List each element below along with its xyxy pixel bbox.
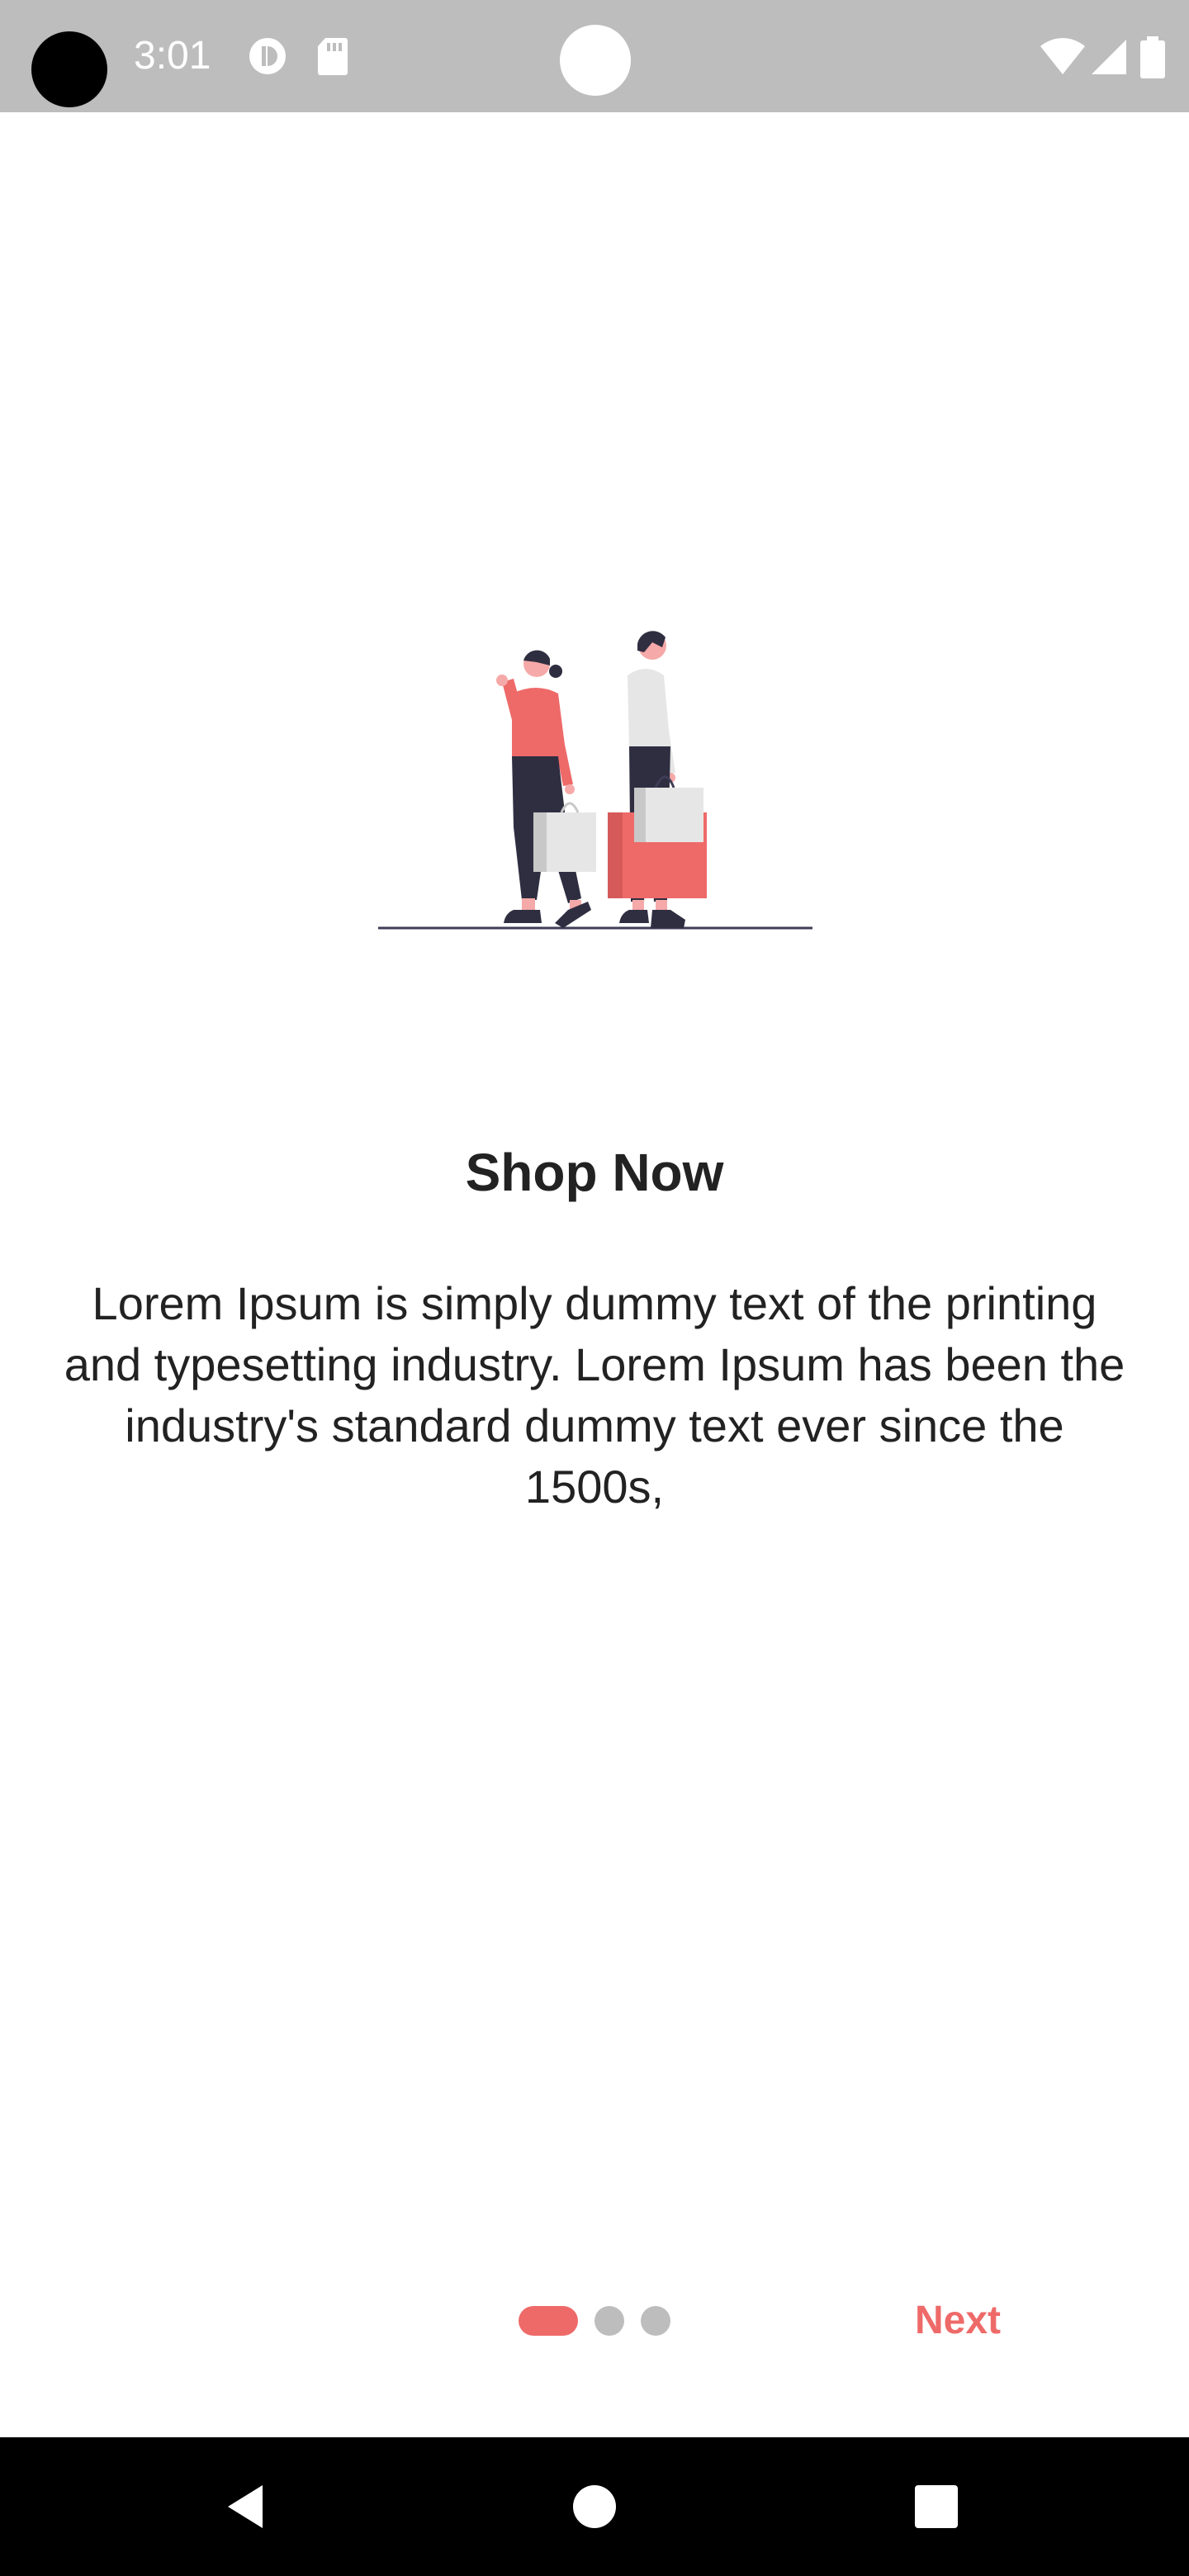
page-indicator <box>519 2306 670 2336</box>
data-saver-icon <box>248 36 287 76</box>
status-time: 3:01 <box>134 34 211 78</box>
wifi-icon <box>1039 36 1087 76</box>
camera-cutout <box>31 31 107 107</box>
page-description: Lorem Ipsum is simply dummy text of the … <box>64 1277 1125 1513</box>
shopping-people-illustration <box>372 611 817 941</box>
page-dot-1[interactable] <box>519 2306 578 2336</box>
home-icon[interactable] <box>542 2454 647 2559</box>
signal-icon <box>1090 36 1130 76</box>
back-icon[interactable] <box>195 2454 301 2559</box>
navigation-bar <box>0 2437 1189 2576</box>
page-dot-2[interactable] <box>594 2306 624 2336</box>
recents-icon[interactable] <box>883 2454 989 2559</box>
status-bar: 3:01 <box>0 0 1189 112</box>
battery-icon <box>1138 36 1168 78</box>
page-dot-3[interactable] <box>641 2306 670 2336</box>
onboarding-screen: 3:01 Shop Now Lorem Ipsum is simply dumm… <box>0 0 1189 2576</box>
page-title: Shop Now <box>465 1143 724 1202</box>
front-camera <box>560 25 631 96</box>
next-button[interactable]: Next <box>892 2294 1024 2348</box>
sd-card-icon <box>315 36 355 76</box>
